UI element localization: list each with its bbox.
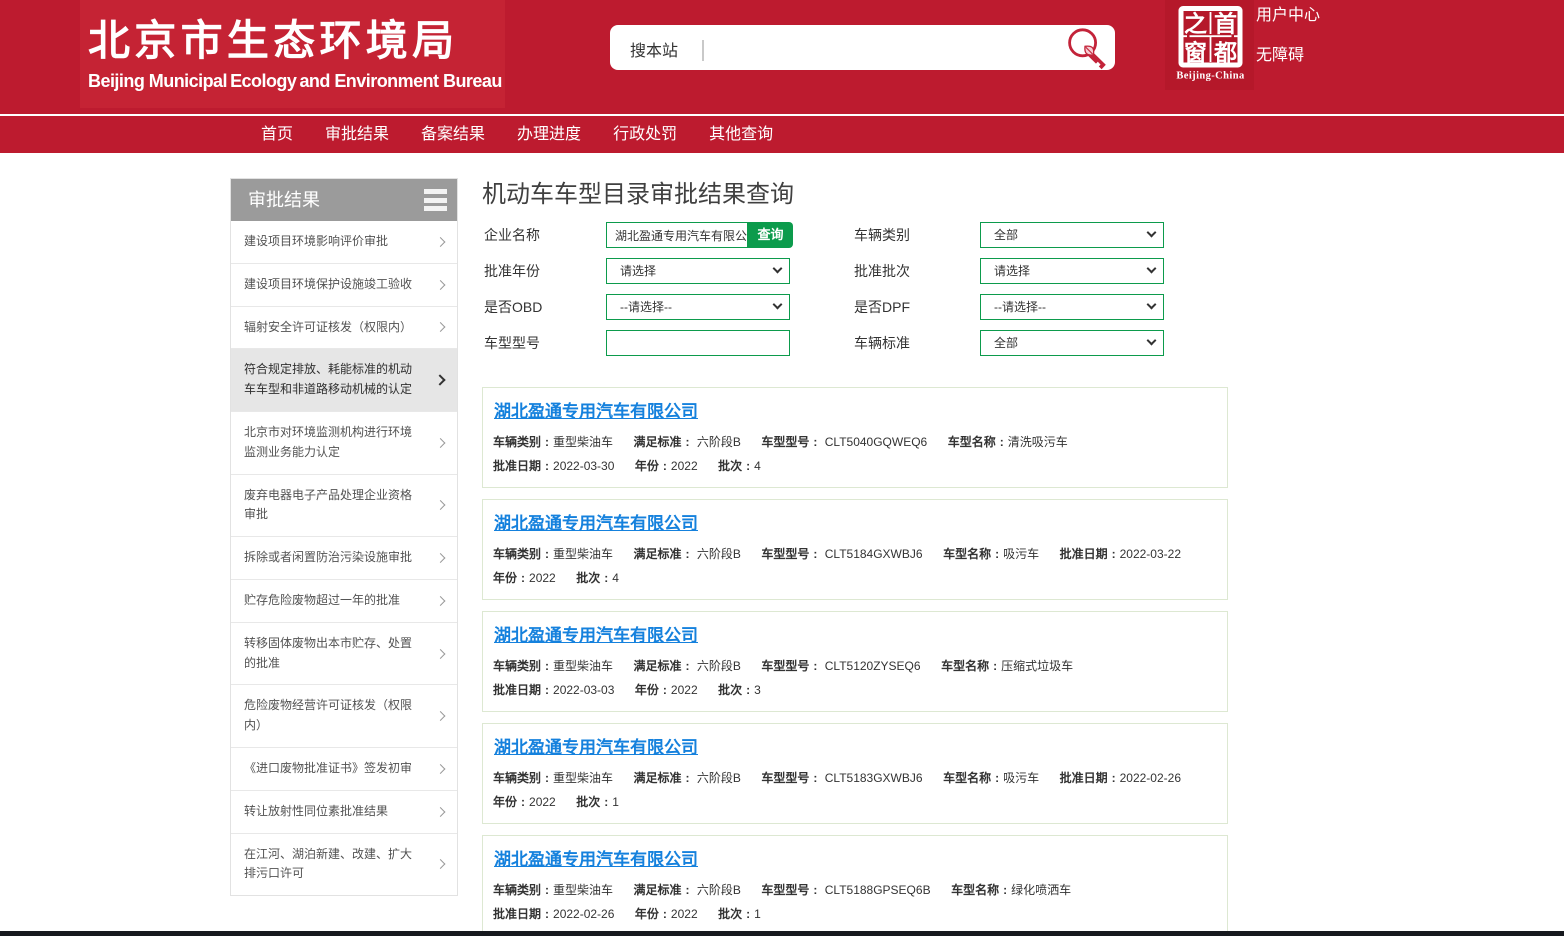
svg-text:Beijing-China: Beijing-China xyxy=(1176,71,1245,82)
svg-text:首: 首 xyxy=(1214,11,1237,37)
svg-text:都: 都 xyxy=(1213,41,1237,66)
svg-text:窗: 窗 xyxy=(1184,40,1207,66)
svg-text:之: 之 xyxy=(1184,11,1207,37)
